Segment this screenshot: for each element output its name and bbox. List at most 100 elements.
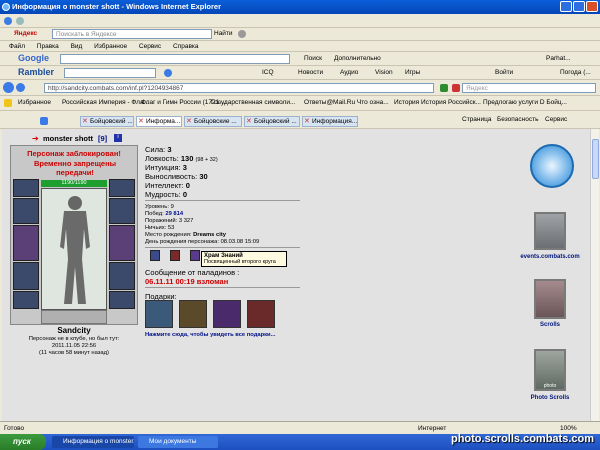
- equip-slot-amulet[interactable]: [13, 198, 39, 224]
- favorite-link[interactable]: Ответы@Mail.Ru Что озна...: [304, 99, 389, 106]
- favorites-label[interactable]: Избранное: [18, 99, 51, 106]
- equip-slot-helmet[interactable]: [13, 179, 39, 197]
- taskbar-item-documents[interactable]: Мои документы: [138, 436, 218, 448]
- rambler-news[interactable]: Новости: [298, 69, 323, 76]
- events-shield-icon[interactable]: [534, 212, 566, 250]
- scrolls-link[interactable]: Scrolls: [512, 322, 588, 328]
- back-icon[interactable]: [4, 17, 12, 25]
- last-seen-ago: (11 часов 58 минут назад): [39, 350, 109, 356]
- photo-scrolls-shield-icon[interactable]: photo: [534, 349, 566, 391]
- stat-row: Интеллект: 0: [145, 181, 190, 190]
- paladin-message: 06.11.11 00:19 взломан: [145, 277, 229, 286]
- equip-slot-gloves[interactable]: [109, 262, 135, 290]
- tab[interactable]: Бойцовский ...: [244, 116, 300, 127]
- gear-icon[interactable]: [238, 30, 246, 38]
- scrollbar-thumb[interactable]: [592, 139, 599, 179]
- address-toolbar: http://sandcity.combats.com/inf.pl?12049…: [0, 80, 600, 96]
- equip-slot-belt[interactable]: [13, 291, 39, 309]
- emblem: [41, 310, 107, 324]
- ie-logo-icon: [2, 3, 10, 11]
- google-search-button[interactable]: Поиск: [304, 55, 322, 62]
- page-menu[interactable]: Страница: [462, 116, 491, 123]
- rambler-vision[interactable]: Vision: [375, 69, 393, 76]
- scales-icon[interactable]: [530, 144, 574, 188]
- search-icon[interactable]: [164, 69, 172, 77]
- tab[interactable]: Бойцовские ...: [184, 116, 242, 127]
- equip-slot-earrings[interactable]: [109, 179, 135, 197]
- detail-row: Уровень: 9: [145, 204, 174, 210]
- equip-slot-offhand[interactable]: [109, 225, 135, 261]
- events-link[interactable]: events.combats.com: [512, 254, 588, 260]
- back-button-icon[interactable]: [3, 82, 14, 93]
- tooltip: Храм Знаний Посвященный второго круга: [201, 251, 287, 267]
- forward-button-icon[interactable]: [16, 83, 25, 92]
- minimize-button[interactable]: [560, 1, 572, 12]
- favorite-link[interactable]: Российская Империя - Фла...: [62, 99, 149, 106]
- taskbar-item-ie[interactable]: Информация о monster...: [52, 436, 134, 448]
- page-content: ➔ monster shott [9] i Персонаж заблокиро…: [2, 129, 590, 421]
- equip-slot-bracers[interactable]: [109, 198, 135, 224]
- equip-slot-boots[interactable]: [109, 291, 135, 309]
- paladin-label: Сообщение от паладинов :: [145, 268, 240, 277]
- menu-favorites[interactable]: Избранное: [94, 43, 127, 50]
- tab[interactable]: Бойцовский ...: [80, 116, 134, 127]
- gift-item[interactable]: [247, 300, 275, 328]
- yandex-logo[interactable]: Яндекс: [14, 30, 37, 37]
- rambler-login[interactable]: Войти: [495, 69, 513, 76]
- safety-menu[interactable]: Безопасность: [497, 116, 538, 123]
- detail-row: День рождения персонажа: 08.03.08 15:09: [145, 239, 260, 245]
- equip-slot-armor[interactable]: [13, 262, 39, 290]
- rambler-weather[interactable]: Погода (...: [560, 69, 591, 76]
- tab[interactable]: Информация...: [302, 116, 358, 127]
- rambler-icq[interactable]: ICQ: [262, 69, 274, 76]
- character-figure: [41, 188, 107, 310]
- close-button[interactable]: [586, 1, 598, 12]
- menu-bar: Файл Правка Вид Избранное Сервис Справка: [0, 41, 600, 52]
- gift-item[interactable]: [179, 300, 207, 328]
- rambler-search-input[interactable]: [64, 68, 156, 78]
- rambler-audio[interactable]: Аудио: [340, 69, 358, 76]
- equip-slot-weapon[interactable]: [13, 225, 39, 261]
- rambler-logo: Rambler: [18, 67, 55, 77]
- favorite-link[interactable]: Государственная символи...: [211, 99, 295, 106]
- zoom-level[interactable]: 100%: [560, 425, 577, 432]
- tab-active[interactable]: Информа...: [136, 116, 182, 127]
- tab-list-icon[interactable]: [40, 117, 48, 125]
- menu-help[interactable]: Справка: [173, 43, 199, 50]
- scrolls-shield-icon[interactable]: [534, 279, 566, 319]
- window-titlebar: Информация о monster shott - Windows Int…: [0, 0, 600, 14]
- gifts-link[interactable]: Нажмите сюда, чтобы увидеть все подарки.…: [145, 332, 275, 338]
- menu-edit[interactable]: Правка: [37, 43, 59, 50]
- menu-tools[interactable]: Сервис: [139, 43, 161, 50]
- yandex-search-input[interactable]: Поискать в Яндексе: [52, 29, 212, 39]
- hp-bar: 1190/1190: [41, 180, 107, 187]
- vertical-scrollbar[interactable]: [590, 129, 599, 421]
- gift-item[interactable]: [213, 300, 241, 328]
- stat-row: Выносливость: 30: [145, 172, 208, 181]
- menu-file[interactable]: Файл: [9, 43, 25, 50]
- stat-row: Сила: 3: [145, 145, 172, 154]
- refresh-icon[interactable]: [440, 84, 448, 92]
- gift-item[interactable]: [145, 300, 173, 328]
- tools-menu[interactable]: Сервис: [545, 116, 567, 123]
- menu-view[interactable]: Вид: [71, 43, 83, 50]
- address-input[interactable]: http://sandcity.combats.com/inf.pl?12049…: [44, 83, 434, 93]
- yandex-find-button[interactable]: Найти: [214, 30, 233, 37]
- info-icon[interactable]: i: [114, 134, 122, 142]
- photo-scrolls-link[interactable]: Photo Scrolls: [512, 395, 588, 401]
- forward-icon[interactable]: [16, 17, 24, 25]
- maximize-button[interactable]: [573, 1, 585, 12]
- order-badge-icon[interactable]: [170, 250, 180, 261]
- google-search-input[interactable]: [60, 54, 290, 64]
- search-box[interactable]: Яндекс: [462, 83, 596, 93]
- google-more-button[interactable]: Дополнительно: [334, 55, 381, 62]
- rambler-games[interactable]: Игры: [405, 69, 420, 76]
- temple-badge-icon[interactable]: [190, 250, 200, 261]
- stop-icon[interactable]: [452, 84, 460, 92]
- clan-badge-icon[interactable]: [150, 250, 160, 261]
- google-user[interactable]: Parhat...: [546, 55, 571, 62]
- favorite-link[interactable]: История История Российск...: [394, 99, 481, 106]
- favorite-link[interactable]: Предлогаю услуги D Бойц...: [483, 99, 567, 106]
- favorites-star-icon[interactable]: [4, 99, 12, 107]
- start-button[interactable]: пуск: [0, 434, 46, 450]
